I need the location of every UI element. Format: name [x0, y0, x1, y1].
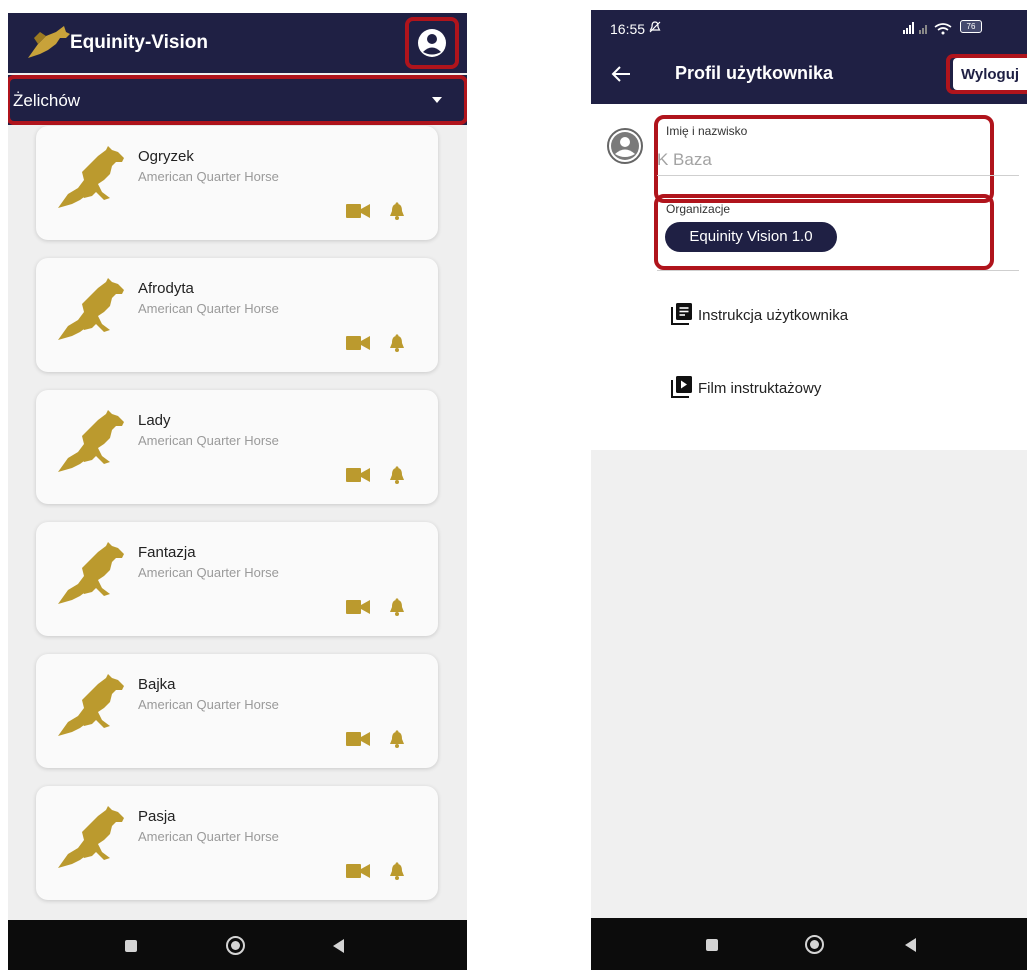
horse-breed: American Quarter Horse — [138, 829, 279, 844]
bell-icon[interactable] — [388, 466, 406, 489]
location-label: Żelichów — [13, 91, 81, 110]
system-nav-bar — [8, 920, 467, 970]
document-list-icon — [671, 303, 692, 325]
horse-name: Pasja — [138, 808, 176, 825]
app-title: Equinity-Vision — [70, 32, 208, 53]
battery-icon: 76 — [960, 20, 982, 33]
name-field-label: Imię i nazwisko — [666, 124, 748, 138]
status-time: 16:55 — [610, 21, 646, 37]
name-field-underline — [657, 175, 1019, 176]
menu-item-tutorial-video[interactable]: Film instruktażowy — [671, 376, 971, 402]
horse-breed: American Quarter Horse — [138, 301, 279, 316]
horse-list-screen: Equinity-Vision Żelichów Ogryzek America… — [8, 13, 467, 970]
battery-level: 76 — [966, 22, 976, 31]
video-camera-icon[interactable] — [346, 468, 370, 487]
video-camera-icon[interactable] — [346, 600, 370, 619]
back-icon[interactable] — [333, 939, 344, 953]
horse-name: Afrodyta — [138, 280, 194, 297]
logout-label: Wyloguj — [961, 66, 1020, 83]
name-field[interactable]: K Baza — [657, 150, 712, 170]
horse-card[interactable]: Lady American Quarter Horse — [36, 390, 438, 504]
video-camera-icon[interactable] — [346, 864, 370, 883]
horse-icon — [54, 276, 128, 344]
back-icon[interactable] — [905, 938, 916, 952]
horse-icon — [54, 144, 128, 212]
bell-icon[interactable] — [388, 334, 406, 357]
menu-item-label: Instrukcja użytkownika — [698, 307, 849, 324]
horse-name: Lady — [138, 412, 171, 429]
avatar-icon — [607, 128, 643, 164]
video-camera-icon[interactable] — [346, 732, 370, 751]
video-camera-icon[interactable] — [346, 204, 370, 223]
menu-item-user-manual[interactable]: Instrukcja użytkownika — [671, 303, 971, 329]
horse-icon — [54, 408, 128, 476]
system-nav-bar — [591, 918, 1027, 970]
horse-card[interactable]: Pasja American Quarter Horse — [36, 786, 438, 900]
account-circle-icon — [418, 29, 446, 57]
app-logo-icon — [28, 26, 70, 58]
horse-card[interactable]: Afrodyta American Quarter Horse — [36, 258, 438, 372]
org-chip[interactable]: Equinity Vision 1.0 — [665, 222, 837, 252]
home-icon[interactable] — [226, 936, 245, 955]
menu-item-label: Film instruktażowy — [698, 380, 822, 397]
home-icon[interactable] — [805, 935, 824, 954]
page-title: Profil użytkownika — [675, 63, 834, 83]
horse-icon — [54, 540, 128, 608]
horse-name: Ogryzek — [138, 148, 194, 165]
recent-apps-icon[interactable] — [706, 939, 718, 951]
bell-icon[interactable] — [388, 202, 406, 225]
bell-icon[interactable] — [388, 598, 406, 621]
org-field-label: Organizacje — [666, 202, 731, 216]
horse-name: Bajka — [138, 676, 176, 693]
back-arrow-icon[interactable] — [611, 66, 631, 82]
horse-card[interactable]: Fantazja American Quarter Horse — [36, 522, 438, 636]
mute-icon — [649, 21, 661, 33]
horse-breed: American Quarter Horse — [138, 565, 279, 580]
signal-icon — [903, 22, 952, 35]
bell-icon[interactable] — [388, 862, 406, 885]
profile-button[interactable] — [405, 17, 459, 69]
horse-card[interactable]: Bajka American Quarter Horse — [36, 654, 438, 768]
recent-apps-icon[interactable] — [125, 940, 137, 952]
video-library-icon — [671, 376, 692, 398]
profile-screen: 16:55 76 Profil użytkownika Wyloguj Imię… — [591, 10, 1027, 970]
org-field-underline — [657, 270, 1019, 271]
horse-breed: American Quarter Horse — [138, 433, 279, 448]
horse-name: Fantazja — [138, 544, 196, 561]
horse-icon — [54, 804, 128, 872]
video-camera-icon[interactable] — [346, 336, 370, 355]
horse-breed: American Quarter Horse — [138, 169, 279, 184]
bell-icon[interactable] — [388, 730, 406, 753]
horse-breed: American Quarter Horse — [138, 697, 279, 712]
dropdown-arrow-icon[interactable] — [432, 97, 442, 103]
horse-icon — [54, 672, 128, 740]
horse-card[interactable]: Ogryzek American Quarter Horse — [36, 126, 438, 240]
